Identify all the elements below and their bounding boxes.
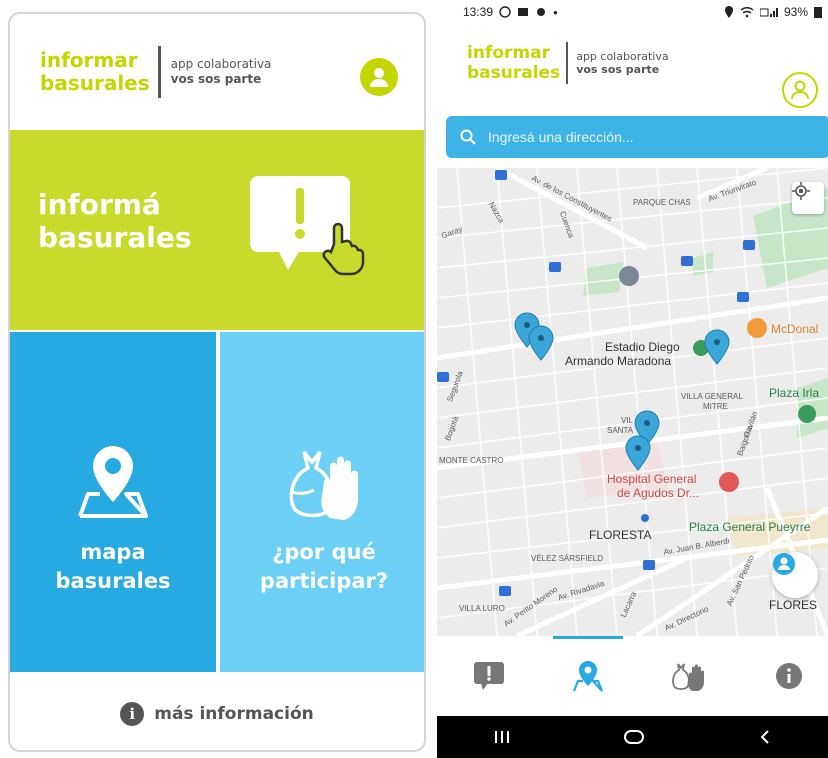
map-label: VÉLEZ SÁRSFIELD [531, 554, 604, 563]
search-placeholder: Ingresá una dirección... [488, 129, 634, 145]
app-header: informar basurales app colaborativa vos … [437, 24, 828, 118]
map-label: MITRE [703, 402, 728, 411]
active-tab-indicator [553, 636, 623, 639]
map-label: VILLA GENERAL [681, 392, 743, 401]
map-label: Plaza General Pueyrre [689, 520, 811, 534]
user-location-fab[interactable] [772, 552, 818, 598]
wifi-icon [740, 6, 754, 18]
status-time: 13:39 [463, 5, 494, 19]
more-info-link[interactable]: i más información [10, 676, 424, 750]
address-search-bar[interactable]: Ingresá una dirección... [446, 116, 828, 158]
nav-map-tab[interactable] [568, 656, 608, 696]
why-participate-tile[interactable]: ¿por qué participar? [220, 332, 424, 672]
logo-divider [157, 46, 161, 98]
battery-icon [814, 7, 822, 18]
bottom-navigation [437, 636, 828, 716]
map-label: FLORESTA [589, 528, 652, 542]
why-participate-label: ¿por qué participar? [259, 540, 389, 593]
info-icon [776, 663, 802, 689]
info-icon: i [120, 702, 145, 726]
map-pin-icon [78, 446, 148, 518]
map-label: VIL [621, 416, 634, 425]
map-screen: 13:39 ● 93% informar basurales app colab… [437, 0, 828, 758]
map-label: SANTA [607, 426, 634, 435]
notification-dot-icon: ● [553, 7, 558, 17]
alert-bubble-icon [474, 662, 504, 690]
map-street-grid [437, 168, 828, 636]
recent-apps-icon[interactable] [493, 729, 511, 745]
trash-bag-hand-icon [672, 663, 704, 691]
crosshair-icon [792, 182, 810, 200]
app-logo: informar basurales app colaborativa vos … [40, 46, 271, 98]
map-label: McDonal [771, 322, 819, 336]
home-screen: informar basurales app colaborativa vos … [8, 12, 426, 752]
battery-percent: 93% [783, 5, 808, 19]
logo-tagline: app colaborativa vos sos parte [170, 57, 272, 86]
nav-info-tab[interactable] [769, 656, 809, 696]
alert-bubble-icon [250, 176, 365, 276]
app-header: informar basurales app colaborativa vos … [10, 14, 424, 130]
my-location-button[interactable] [792, 182, 824, 214]
nav-report-tab[interactable] [469, 656, 509, 696]
logo-wordmark: informar basurales [467, 43, 561, 83]
logo-divider [566, 42, 569, 84]
map-label: de Agudos Dr... [617, 486, 700, 500]
map-label: VILLA LURO [459, 604, 505, 613]
user-profile-button[interactable] [360, 58, 398, 96]
back-icon[interactable] [758, 729, 772, 745]
system-navigation-bar [437, 716, 828, 758]
app-logo: informar basurales app colaborativa vos … [467, 42, 669, 84]
logo-wordmark: informar basurales [40, 48, 150, 95]
dumps-map[interactable]: PARQUE CHAS Av. Triunvirato Av. de los C… [437, 168, 828, 636]
map-label: Plaza Irla [769, 386, 820, 400]
home-icon[interactable] [623, 729, 645, 745]
user-icon [370, 68, 388, 87]
location-icon [724, 6, 733, 18]
dump-map-label: mapa basurales [55, 540, 171, 593]
nav-why-tab[interactable] [668, 656, 708, 696]
map-label: FLORES [769, 598, 818, 612]
settings-icon [537, 8, 546, 16]
map-label: Estadio Diego [605, 340, 680, 354]
user-pin-icon [773, 553, 795, 575]
map-pin-icon [572, 661, 604, 692]
dump-map-tile[interactable]: mapa basurales [10, 332, 216, 672]
trash-bag-hand-icon [289, 450, 358, 520]
whatsapp-icon [499, 6, 511, 18]
map-label: Armando Maradona [565, 354, 672, 368]
user-icon [791, 80, 809, 100]
user-profile-button[interactable] [782, 72, 818, 108]
map-label: MONTE CASTRO [439, 456, 504, 465]
map-label: Hospital General [607, 472, 697, 486]
map-label: PARQUE CHAS [633, 198, 691, 207]
report-dump-tile[interactable]: informá basurales [10, 130, 424, 330]
more-info-label: más información [154, 704, 314, 724]
signal-icon [759, 8, 778, 17]
status-bar: 13:39 ● 93% [437, 0, 828, 24]
search-icon [460, 129, 476, 145]
report-dump-label: informá basurales [38, 188, 192, 254]
gallery-icon [518, 8, 529, 16]
logo-tagline: app colaborativa vos sos parte [576, 50, 669, 76]
